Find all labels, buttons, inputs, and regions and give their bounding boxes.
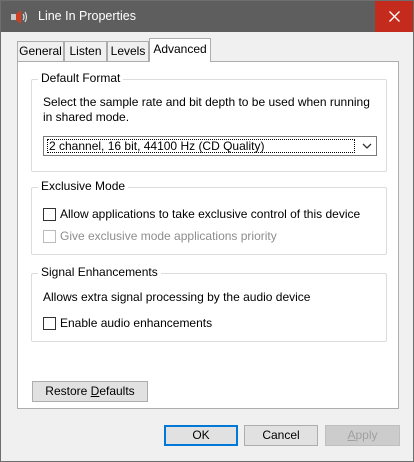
tab-panel-advanced: Default Format Select the sample rate an… xyxy=(17,61,399,409)
restore-defaults-button[interactable]: Restore Defaults xyxy=(32,381,148,402)
tab-general-label: General xyxy=(19,44,62,58)
exclusive-priority-checkbox: Give exclusive mode applications priorit… xyxy=(43,229,277,243)
close-icon xyxy=(388,11,400,22)
tab-advanced-label: Advanced xyxy=(153,42,207,56)
title-bar[interactable]: Line In Properties xyxy=(1,1,413,32)
close-button[interactable] xyxy=(375,1,413,32)
properties-window: Line In Properties General Listen Levels… xyxy=(0,0,414,462)
enable-enhancements-label: Enable audio enhancements xyxy=(60,316,213,330)
ok-button[interactable]: OK xyxy=(164,425,238,446)
apply-label-post: pply xyxy=(355,428,378,442)
tab-levels[interactable]: Levels xyxy=(107,41,149,61)
ok-label: OK xyxy=(192,428,210,442)
format-dropdown[interactable]: 2 channel, 16 bit, 44100 Hz (CD Quality) xyxy=(43,136,377,156)
format-dropdown-value: 2 channel, 16 bit, 44100 Hz (CD Quality) xyxy=(47,139,355,153)
signal-enhancements-title: Signal Enhancements xyxy=(38,265,161,279)
default-format-description-line2: in shared mode. xyxy=(43,110,130,124)
default-format-description-line1: Select the sample rate and bit depth to … xyxy=(43,95,370,109)
allow-exclusive-control-checkbox[interactable]: Allow applications to take exclusive con… xyxy=(43,207,360,221)
default-format-group: Default Format Select the sample rate an… xyxy=(31,71,387,172)
chevron-down-icon xyxy=(362,143,372,149)
restore-defaults-label-pre: Restore xyxy=(45,384,91,398)
speaker-icon xyxy=(11,10,28,24)
signal-enhancements-description: Allows extra signal processing by the au… xyxy=(43,290,311,304)
window-title: Line In Properties xyxy=(38,9,136,23)
enable-enhancements-checkbox-box[interactable] xyxy=(43,316,56,330)
signal-enhancements-group: Signal Enhancements Allows extra signal … xyxy=(31,265,387,342)
tab-levels-label: Levels xyxy=(110,44,146,58)
restore-defaults-label-post: efaults xyxy=(99,384,135,398)
default-format-description: Select the sample rate and bit depth to … xyxy=(43,95,370,125)
exclusive-priority-label: Give exclusive mode applications priorit… xyxy=(60,229,277,243)
apply-button: Apply xyxy=(325,425,400,446)
apply-label-accel: A xyxy=(347,428,356,442)
default-format-title: Default Format xyxy=(38,71,124,85)
enable-enhancements-checkbox[interactable]: Enable audio enhancements xyxy=(43,316,212,330)
tab-listen-label: Listen xyxy=(69,44,102,58)
cancel-button[interactable]: Cancel xyxy=(244,425,318,446)
allow-exclusive-checkbox-box[interactable] xyxy=(43,207,56,221)
exclusive-priority-checkbox-box xyxy=(43,229,56,243)
cancel-label: Cancel xyxy=(262,428,300,442)
tab-advanced[interactable]: Advanced xyxy=(149,38,211,62)
exclusive-mode-group: Exclusive Mode Allow applications to tak… xyxy=(31,179,387,255)
tab-listen[interactable]: Listen xyxy=(64,41,107,61)
allow-exclusive-label: Allow applications to take exclusive con… xyxy=(60,207,361,221)
tab-general[interactable]: General xyxy=(17,41,64,61)
exclusive-mode-title: Exclusive Mode xyxy=(38,179,129,193)
